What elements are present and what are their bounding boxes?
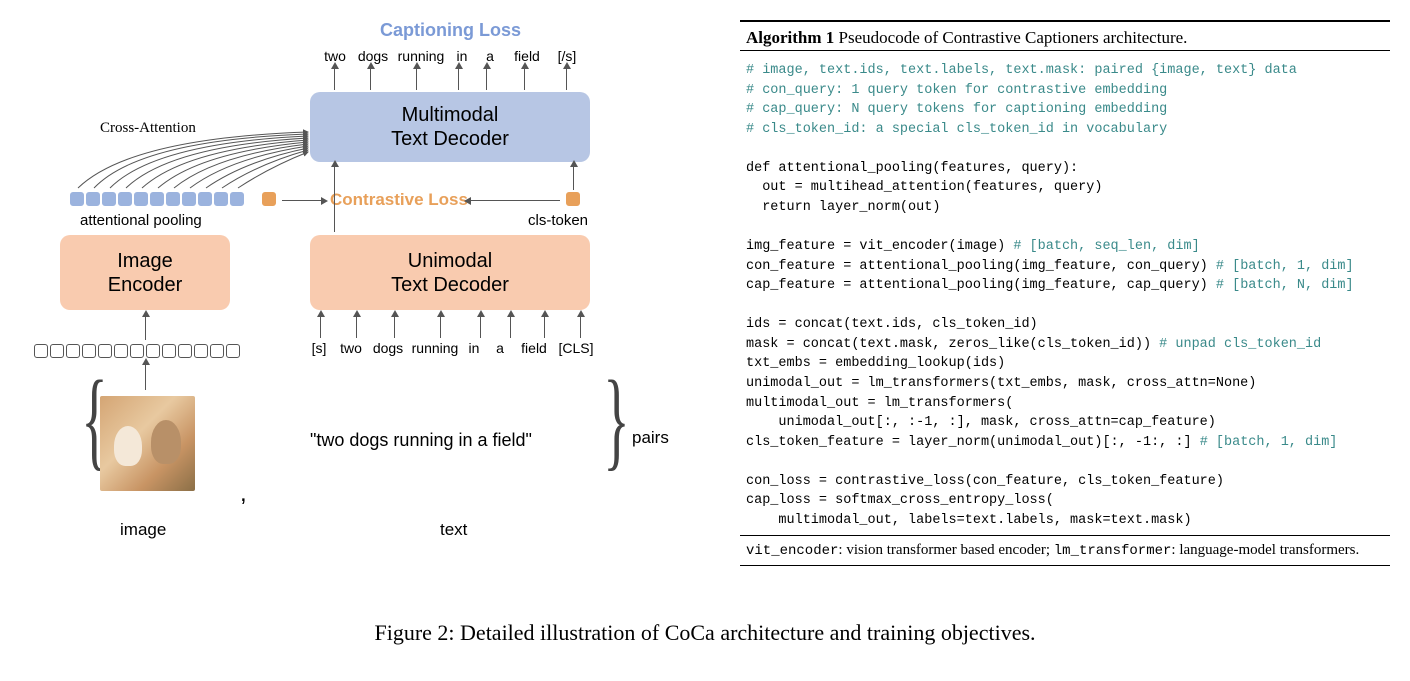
- algorithm-footer: vit_encoder: vision transformer based en…: [740, 535, 1390, 561]
- attentional-pooling-label: attentional pooling: [80, 212, 202, 229]
- input-token-row: [s] two dogs running in a field [CLS]: [306, 340, 596, 356]
- cls-token-label: cls-token: [528, 212, 588, 229]
- arrow-icon: [440, 316, 441, 338]
- image-patch-row: [34, 344, 240, 358]
- arrow-icon: [480, 316, 481, 338]
- cls-token: [566, 192, 580, 206]
- arrow-icon: [145, 364, 146, 390]
- image-label: image: [120, 520, 166, 540]
- arrow-icon: [486, 68, 487, 90]
- arrow-icon: [580, 316, 581, 338]
- text-caption: "two dogs running in a field": [310, 430, 532, 451]
- captioning-loss-label: Captioning Loss: [380, 20, 521, 41]
- arrow-icon: [573, 166, 574, 190]
- arrow-icon: [334, 68, 335, 90]
- arrow-icon: [356, 316, 357, 338]
- arrow-icon: [394, 316, 395, 338]
- image-encoder-block: Image Encoder: [60, 235, 230, 310]
- architecture-diagram: Captioning Loss two dogs running in a fi…: [20, 20, 700, 590]
- arrow-icon: [566, 68, 567, 90]
- arrow-icon: [334, 166, 335, 232]
- contrastive-loss-label: Contrastive Loss: [330, 190, 468, 210]
- arrow-icon: [416, 68, 417, 90]
- arrow-icon: [544, 316, 545, 338]
- sample-image: [100, 396, 195, 491]
- arrow-icon: [370, 68, 371, 90]
- multimodal-decoder-block: Multimodal Text Decoder: [310, 92, 590, 162]
- arrow-icon: [320, 316, 321, 338]
- text-label: text: [440, 520, 467, 540]
- arrow-icon: [510, 316, 511, 338]
- algorithm-title: Algorithm 1 Pseudocode of Contrastive Ca…: [740, 26, 1390, 51]
- arrow-icon: [470, 200, 560, 201]
- comma-label: ,: [240, 480, 247, 508]
- arrow-icon: [282, 200, 322, 201]
- attentional-pooling-tokens: [70, 192, 244, 206]
- output-token-row: two dogs running in a field [/s]: [320, 48, 582, 64]
- unimodal-decoder-block: Unimodal Text Decoder: [310, 235, 590, 310]
- brace-icon: }: [603, 356, 629, 483]
- algorithm-code: # image, text.ids, text.labels, text.mas…: [740, 51, 1390, 535]
- arrow-icon: [524, 68, 525, 90]
- pairs-label: pairs: [632, 428, 669, 448]
- algorithm-box: Algorithm 1 Pseudocode of Contrastive Ca…: [740, 20, 1390, 566]
- figure-caption: Figure 2: Detailed illustration of CoCa …: [20, 620, 1390, 646]
- contrastive-token: [262, 192, 276, 206]
- arrow-icon: [458, 68, 459, 90]
- cross-attention-arrows: [70, 128, 310, 198]
- arrow-icon: [145, 316, 146, 340]
